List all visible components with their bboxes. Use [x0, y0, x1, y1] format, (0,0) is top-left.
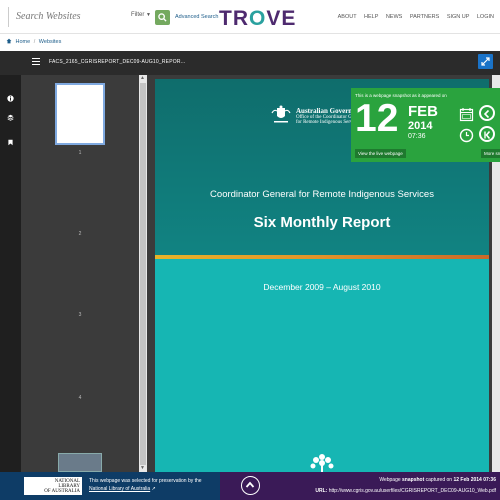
- info-icon[interactable]: [7, 95, 14, 102]
- caret-down-icon: ▼: [146, 12, 151, 18]
- nav-news[interactable]: NEWS: [386, 14, 403, 20]
- thumbnail-scrollbar[interactable]: ▲ ▼: [139, 75, 147, 472]
- calendar-icon[interactable]: [459, 107, 474, 122]
- thumbnail-number: 4: [78, 395, 82, 401]
- document-title: FACS_2165_CGRISREPORT_DEC09-AUG10_REPOR.…: [49, 59, 186, 65]
- nav-help[interactable]: HELP: [364, 14, 378, 20]
- scroll-down-icon[interactable]: ▼: [140, 465, 145, 471]
- scrollbar-thumb[interactable]: [140, 83, 146, 465]
- expand-icon: [481, 57, 490, 66]
- url-label: URL:: [315, 488, 328, 494]
- filter-dropdown[interactable]: Filter ▼: [131, 12, 151, 18]
- layers-icon[interactable]: [7, 114, 14, 121]
- chevron-up-icon: [245, 481, 255, 488]
- skip-first-icon: [484, 130, 491, 140]
- breadcrumb: Home / Websites: [6, 38, 61, 45]
- document-title-text: Six Monthly Report: [253, 214, 391, 231]
- advanced-search-link[interactable]: Advanced Search: [175, 14, 218, 20]
- nla-line-3: OF AUSTRALIA: [44, 489, 80, 494]
- first-snapshot-button[interactable]: [479, 126, 495, 142]
- thumbnail-number: 3: [78, 312, 82, 318]
- capture-date: 12 Feb 2014 07:36: [453, 477, 496, 483]
- nla-logo-text: NATIONAL LIBRARY OF AUSTRALIA: [26, 479, 80, 494]
- snapshot-panel: This is a webpage snapshot as it appeare…: [351, 88, 500, 162]
- search-icon: [158, 13, 167, 22]
- thumbnail-page-5[interactable]: [58, 453, 102, 472]
- url-value[interactable]: http://www.cgris.gov.au/userfiles/CGRISR…: [329, 488, 496, 494]
- snapshot-year: 2014: [408, 120, 433, 132]
- preservation-text: This webpage was selected for preservati…: [89, 478, 202, 484]
- preservation-note: This webpage was selected for preservati…: [89, 477, 217, 493]
- external-link-icon: ↗: [151, 486, 156, 492]
- clock-icon[interactable]: [459, 128, 474, 143]
- breadcrumb-websites[interactable]: Websites: [39, 39, 62, 45]
- viewer-header: FACS_2165_CGRISREPORT_DEC09-AUG10_REPOR.…: [0, 51, 500, 75]
- search-button[interactable]: [155, 10, 170, 25]
- nav-about[interactable]: ABOUT: [338, 14, 357, 20]
- home-icon: [6, 38, 12, 44]
- bookmark-icon[interactable]: [7, 139, 14, 146]
- coat-of-arms-icon: [271, 105, 291, 123]
- snapshot-url: URL: http://www.cgris.gov.au/userfiles/C…: [315, 488, 496, 494]
- breadcrumb-separator: /: [33, 39, 36, 45]
- top-bar: Search Websites Filter ▼ Advanced Search…: [0, 0, 500, 34]
- more-snapshots-button[interactable]: More sn: [481, 149, 500, 158]
- trove-logo[interactable]: TROVE: [219, 8, 296, 30]
- document-heading: Coordinator General for Remote Indigenou…: [210, 189, 434, 200]
- nav-sign-up[interactable]: SIGN UP: [447, 14, 470, 20]
- nav-login[interactable]: LOGIN: [477, 14, 494, 20]
- breadcrumb-home[interactable]: Home: [16, 39, 31, 45]
- tree-logo-icon: [310, 454, 334, 474]
- view-live-webpage-button[interactable]: View the live webpage: [355, 149, 406, 158]
- expand-button[interactable]: [478, 54, 493, 69]
- thumbnail-number: 2: [78, 231, 82, 237]
- capture-prefix: Webpage: [379, 477, 401, 483]
- snapshot-day: 12: [355, 97, 399, 140]
- snapshot-time: 07:36: [408, 133, 426, 140]
- snapshot-month: FEB: [408, 103, 438, 120]
- filter-label: Filter: [131, 12, 145, 18]
- nla-link[interactable]: National Library of Australia: [89, 486, 150, 492]
- thumbnail-number: 1: [78, 150, 82, 156]
- capture-snapshot-word: snapshot: [402, 477, 425, 483]
- document-dates: December 2009 – August 2010: [263, 282, 381, 292]
- thumbnail-panel: 1 2 3 4: [21, 75, 139, 472]
- capture-mid: captured on: [425, 477, 453, 483]
- capture-info: Webpage snapshot captured on 12 Feb 2014…: [379, 477, 496, 483]
- previous-snapshot-button[interactable]: [479, 105, 495, 121]
- thumbnail-page-1[interactable]: [55, 83, 105, 145]
- top-nav: ABOUT HELP NEWS PARTNERS SIGN UP LOGIN: [332, 14, 494, 20]
- menu-icon[interactable]: [32, 58, 40, 66]
- chevron-left-icon: [483, 109, 490, 119]
- scroll-up-icon[interactable]: ▲: [140, 75, 145, 81]
- left-toolbar: [0, 75, 21, 472]
- nav-partners[interactable]: PARTNERS: [410, 14, 439, 20]
- scroll-to-top-button[interactable]: [241, 476, 260, 495]
